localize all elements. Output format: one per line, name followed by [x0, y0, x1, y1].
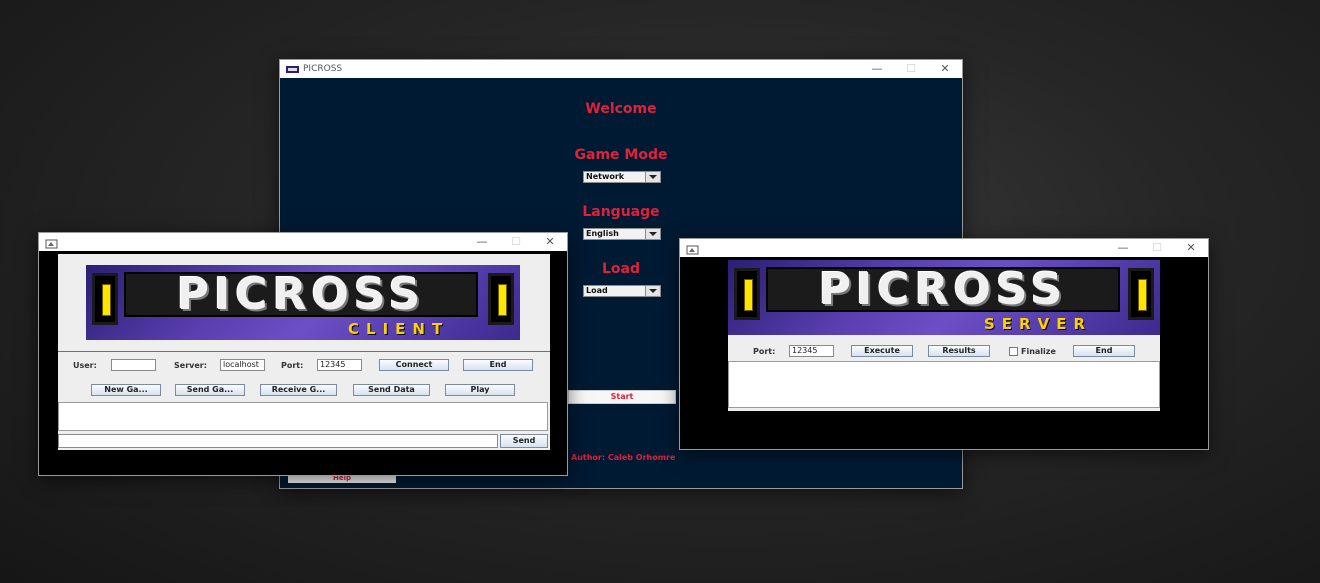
- minimize-icon[interactable]: —: [860, 60, 894, 78]
- execute-button[interactable]: Execute: [851, 345, 913, 357]
- client-log-area[interactable]: [58, 402, 548, 431]
- banner-right-i-icon: [488, 272, 514, 325]
- server-window: — ☐ ✕ PICROSS SERVER Port: 12345 Execute…: [679, 238, 1209, 450]
- maximize-icon[interactable]: ☐: [499, 233, 533, 251]
- help-button[interactable]: Help: [288, 475, 396, 483]
- server-content: PICROSS SERVER Port: 12345 Execute Resul…: [680, 257, 1208, 449]
- game-mode-value: Network: [586, 172, 625, 181]
- minimize-icon[interactable]: —: [465, 233, 499, 251]
- port-label: Port:: [281, 361, 304, 370]
- java-app-icon: [45, 238, 58, 248]
- client-banner-logo: PICROSS CLIENT: [86, 265, 520, 340]
- close-icon[interactable]: ✕: [533, 233, 567, 251]
- language-heading: Language: [582, 204, 660, 220]
- send-data-button[interactable]: Send Data: [353, 384, 430, 396]
- send-button[interactable]: Send: [500, 434, 548, 448]
- game-mode-heading: Game Mode: [574, 147, 668, 163]
- main-titlebar[interactable]: PICROSS — ☐ ✕: [280, 60, 962, 78]
- banner-subtitle: CLIENT: [348, 319, 450, 338]
- banner-title: PICROSS: [176, 268, 426, 320]
- end-button[interactable]: End: [463, 359, 533, 371]
- banner-left-i-icon: [734, 267, 760, 320]
- author-credit: Author: Caleb Orhomre: [571, 453, 676, 462]
- divider-line: [58, 351, 550, 352]
- main-window-controls: — ☐ ✕: [860, 60, 962, 78]
- chevron-down-icon[interactable]: [645, 286, 660, 296]
- start-button[interactable]: Start: [568, 390, 676, 404]
- send-game-button[interactable]: Send Ga...: [175, 384, 245, 396]
- port-label: Port:: [753, 347, 776, 356]
- receive-game-button[interactable]: Receive G...: [260, 384, 337, 396]
- close-icon[interactable]: ✕: [928, 60, 962, 78]
- maximize-icon[interactable]: ☐: [1140, 239, 1174, 257]
- connect-button[interactable]: Connect: [379, 359, 449, 371]
- end-button[interactable]: End: [1073, 345, 1135, 357]
- banner-left-i-icon: [92, 272, 118, 325]
- main-window-title: PICROSS: [303, 64, 343, 74]
- play-button[interactable]: Play: [445, 384, 515, 396]
- load-select[interactable]: Load: [583, 285, 661, 297]
- banner-wordmark: PICROSS: [766, 263, 1120, 315]
- client-content: PICROSS CLIENT User: Server: localhost P…: [39, 251, 567, 475]
- chat-input[interactable]: [58, 434, 498, 448]
- server-banner-logo: PICROSS SERVER: [728, 260, 1160, 335]
- banner-wordmark: PICROSS: [124, 268, 478, 320]
- banner-title: PICROSS: [818, 263, 1068, 315]
- server-titlebar[interactable]: — ☐ ✕: [680, 239, 1208, 257]
- client-titlebar[interactable]: — ☐ ✕: [39, 233, 567, 251]
- picross-app-icon: [286, 65, 299, 74]
- finalize-checkbox[interactable]: [1009, 347, 1018, 356]
- client-window-controls: — ☐ ✕: [465, 233, 567, 251]
- new-game-button[interactable]: New Ga...: [91, 384, 161, 396]
- chevron-down-icon[interactable]: [645, 229, 660, 239]
- java-app-icon: [686, 244, 699, 254]
- server-input[interactable]: localhost: [220, 359, 265, 371]
- minimize-icon[interactable]: —: [1106, 239, 1140, 257]
- finalize-label: Finalize: [1021, 347, 1056, 356]
- server-label: Server:: [174, 361, 207, 370]
- server-panel: PICROSS SERVER Port: 12345 Execute Resul…: [728, 260, 1160, 411]
- port-input[interactable]: 12345: [789, 345, 834, 357]
- welcome-heading: Welcome: [585, 101, 657, 117]
- user-input[interactable]: [111, 359, 156, 371]
- results-button[interactable]: Results: [928, 345, 990, 357]
- server-log-area[interactable]: [728, 361, 1160, 408]
- client-window: — ☐ ✕ PICROSS CLIENT User: Server: local…: [38, 232, 568, 476]
- language-value: English: [586, 229, 619, 238]
- port-input[interactable]: 12345: [317, 359, 362, 371]
- client-panel: PICROSS CLIENT User: Server: localhost P…: [58, 254, 550, 450]
- language-select[interactable]: English: [583, 228, 661, 240]
- chevron-down-icon[interactable]: [645, 172, 660, 182]
- banner-right-i-icon: [1128, 267, 1154, 320]
- maximize-icon[interactable]: ☐: [894, 60, 928, 78]
- server-window-controls: — ☐ ✕: [1106, 239, 1208, 257]
- banner-subtitle: SERVER: [984, 314, 1093, 333]
- close-icon[interactable]: ✕: [1174, 239, 1208, 257]
- game-mode-select[interactable]: Network: [583, 171, 661, 183]
- load-value: Load: [586, 286, 608, 295]
- user-label: User:: [73, 361, 97, 370]
